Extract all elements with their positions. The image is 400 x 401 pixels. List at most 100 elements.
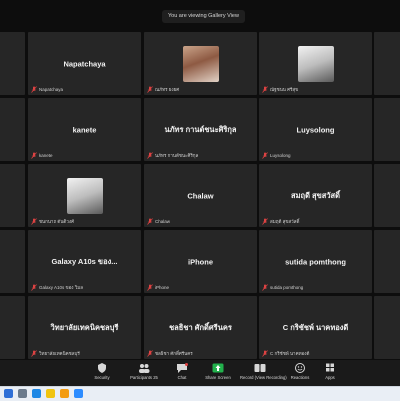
participant-footer-name: ชนกนาถ ตันติวงศ์ [39,218,74,224]
participant-tile[interactable]: Napatchaya Napatchaya [28,32,141,95]
participant-tile[interactable] [0,230,25,293]
participant-tile[interactable] [0,164,25,227]
participant-tile[interactable] [0,98,25,161]
share-screen-label: Share Screen [205,375,231,380]
participant-footer: iPhone [147,283,169,291]
share-screen-icon [212,363,224,373]
participant-footer: ชลธิชา ศักดิ์ศรีนคร [147,349,193,357]
participant-tile[interactable] [374,296,400,359]
participant-footer: Chalaw [147,217,170,225]
mic-off-icon [147,151,153,159]
participant-footer-name: C กริชัชพ์ นาคทองดี [270,350,310,356]
participant-name: Galaxy A10s ของ... [51,256,118,266]
chat-button[interactable]: Chat [162,363,202,385]
participant-name: iPhone [187,257,213,266]
participant-video-frame [297,45,334,82]
participant-footer-name: วิทยาลัยเทคนิคชลบุรี [39,350,80,356]
mic-off-icon [147,283,153,291]
participant-footer: นภัทร กานต์ชนะศิริกุล [147,151,198,159]
mic-off-icon [262,151,268,159]
record-icon [254,364,266,372]
apps-button[interactable]: Apps [310,363,350,385]
participant-tile[interactable]: sutida pomthong sutida pomthong [259,230,372,293]
mic-off-icon [31,85,37,93]
file-explorer-icon[interactable] [60,389,69,398]
mic-off-icon [262,85,268,93]
participants-button[interactable]: Participants 25 [124,363,164,385]
start-icon[interactable] [4,389,13,398]
participant-tile[interactable]: ณภัทร ยงยศ [144,32,257,95]
participant-tile[interactable]: Galaxy A10s ของ... Galaxy A10s ของ วิมล [28,230,141,293]
mic-off-icon [262,283,268,291]
participant-tile[interactable] [0,32,25,95]
participant-footer-name: Luysolong [270,152,291,158]
participant-tile[interactable]: นภัทร กานต์ชนะศิริกุลนภัทร กานต์ชนะศิริก… [144,98,257,161]
shield-icon [98,363,106,373]
mic-off-icon [31,349,37,357]
participant-video-frame [182,45,219,82]
participant-tile[interactable]: C กริชัชพ์ นาคทองดี C กริชัชพ์ นาคทองดี [259,296,372,359]
participant-footer-name: ณัฐชนน ศรีสุข [270,86,299,92]
participant-footer: ชนกนาถ ตันติวงศ์ [31,217,74,225]
zoom-meeting-window: You are viewing Gallery View Napatchaya N… [0,0,400,386]
participant-footer: สมฤดี สุขสวัสดิ์ [262,217,299,225]
mic-off-icon [31,151,37,159]
participants-count: 25 [153,375,158,380]
gallery-view-badge[interactable]: You are viewing Gallery View [162,10,245,23]
mic-off-icon [147,217,153,225]
apps-label: Apps [325,375,335,380]
participant-tile[interactable]: ณัฐชนน ศรีสุข [259,32,372,95]
meeting-toolbar: Security Participants 25 Chat Share Scre… [0,360,400,386]
participant-name: วิทยาลัยเทคนิคชลบุรี [50,322,119,332]
participant-name: นภัทร กานต์ชนะศิริกุล [164,124,237,134]
search-icon[interactable] [18,389,27,398]
chrome-icon[interactable] [46,389,55,398]
participant-name: Luysolong [296,125,335,134]
participant-video-frame [66,177,103,214]
participant-tile[interactable] [374,164,400,227]
share-screen-button[interactable]: Share Screen [198,363,238,385]
mic-off-icon [262,217,268,225]
participant-tile[interactable]: ชนกนาถ ตันติวงศ์ [28,164,141,227]
participant-tile[interactable]: iPhone iPhone [144,230,257,293]
participant-footer: Napatchaya [31,85,63,93]
participant-footer: sutida pomthong [262,283,303,291]
participant-footer: Galaxy A10s ของ วิมล [31,283,83,291]
participant-tile[interactable]: ชลธิชา ศักดิ์ศรีนคร ชลธิชา ศักดิ์ศรีนคร [144,296,257,359]
mic-off-icon [31,283,37,291]
participant-footer: Luysolong [262,151,291,159]
participant-tile[interactable]: วิทยาลัยเทคนิคชลบุรี วิทยาลัยเทคนิคชลบุรี [28,296,141,359]
security-label: Security [94,375,110,380]
participant-name: sutida pomthong [285,257,346,266]
zoom-app-icon[interactable] [74,389,83,398]
participant-footer-name: iPhone [155,284,170,290]
participant-footer-name: sutida pomthong [270,284,304,290]
participant-tile[interactable]: kanete kanete [28,98,141,161]
chat-icon [177,363,188,373]
chat-label: Chat [177,375,187,380]
participant-footer-name: Napatchaya [39,86,64,92]
participant-tile[interactable]: Chalaw Chalaw [144,164,257,227]
mic-off-icon [31,217,37,225]
participant-footer: วิทยาลัยเทคนิคชลบุรี [31,349,80,357]
security-button[interactable]: Security [82,363,122,385]
participant-footer-name: นภัทร กานต์ชนะศิริกุล [155,152,199,158]
participant-tile[interactable] [374,98,400,161]
participant-footer: kanete [31,151,53,159]
participant-name: Napatchaya [63,59,106,68]
participant-footer-name: ชลธิชา ศักดิ์ศรีนคร [155,350,193,356]
edge-icon[interactable] [32,389,41,398]
participant-tile[interactable] [0,296,25,359]
participant-footer-name: kanete [39,152,53,158]
participant-tile[interactable]: สมฤดี สุขสวัสดิ์ สมฤดี สุขสวัสดิ์ [259,164,372,227]
mic-off-icon [147,349,153,357]
participant-footer: ณภัทร ยงยศ [147,85,179,93]
smiley-icon [295,363,305,373]
participant-name: สมฤดี สุขสวัสดิ์ [291,190,340,200]
participant-tile[interactable]: Luysolong Luysolong [259,98,372,161]
record-label: Record (View Recording) [240,375,287,380]
participant-name: kanete [72,125,97,134]
participant-tile[interactable] [374,230,400,293]
record-button[interactable]: Record (View Recording) [240,363,287,385]
participant-tile[interactable] [374,32,400,95]
